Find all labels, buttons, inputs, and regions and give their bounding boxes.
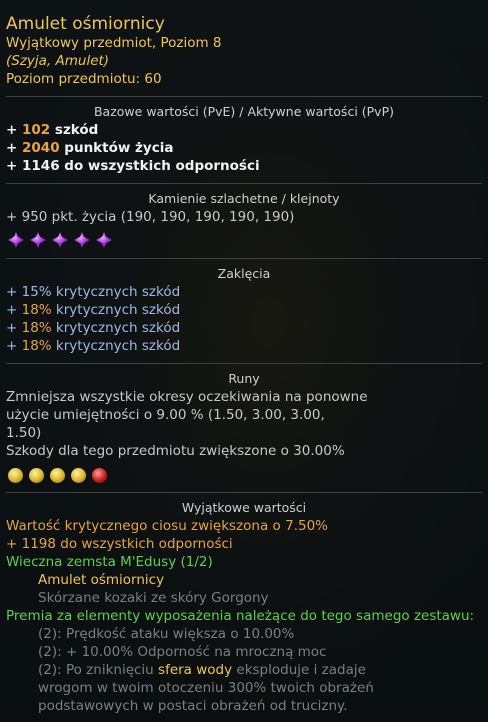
stat-label: szkód [50, 122, 99, 138]
gem-icons [8, 230, 482, 250]
runes-line: 1.50) [6, 425, 42, 441]
stat-prefix: + [6, 122, 23, 138]
gold-rune-icon [29, 467, 44, 483]
enchant-row: + 18% krytycznych szkód [6, 319, 482, 337]
base-stat-row: + 2040 punktów życia [6, 139, 482, 157]
base-stat-row: + 102 szkód [6, 121, 482, 139]
gems-bonus-line: + 950 pkt. życia (190, 190, 190, 190, 19… [6, 209, 295, 225]
enchant-value: 18% [21, 302, 52, 318]
purple-gem-icon [52, 232, 68, 248]
enchant-value: 18% [21, 338, 52, 354]
red-rune-icon [92, 467, 107, 483]
set-name: Wieczna zemsta M'Edusy (1/2) [6, 554, 213, 570]
stat-label: punktów życia [59, 140, 174, 156]
purple-gem-icon [8, 232, 24, 248]
stat-value: 1146 [22, 158, 60, 174]
enchant-title: Zaklęcia [6, 258, 482, 283]
stat-prefix: + [6, 140, 23, 156]
runes-line: użycie umiejętności o 9.00 % (1.50, 3.00… [6, 407, 325, 423]
set-item-missing: Skórzane kozaki ze skóry Gorgony [38, 590, 269, 606]
enchant-prefix: + [6, 284, 22, 300]
enchant-prefix: + [6, 338, 22, 354]
enchant-row: + 15% krytycznych szkód [6, 283, 482, 301]
set-bonus-line: podstawowych w postaci obrażeń od truciz… [38, 698, 348, 714]
set-bonus-line: (2): + 10.00% Odporność na mroczną moc [38, 644, 327, 660]
gems-title: Kamienie szlachetne / klejnoty [6, 183, 482, 208]
stat-value: 102 [22, 122, 51, 138]
enchant-value: 15% [21, 284, 52, 300]
item-level-value: 60 [144, 71, 162, 87]
set-bonus-header: Premia za elementy wyposażenia należące … [6, 608, 475, 624]
runes-description: Zmniejsza wszystkie okresy oczekiwania n… [6, 388, 482, 460]
rune-icons [8, 466, 482, 484]
set-bonus-text: eksploduje i zadaje [232, 662, 366, 678]
purple-gem-icon [96, 232, 112, 248]
enchant-label: krytycznych szkód [51, 338, 181, 354]
runes-line: Zmniejsza wszystkie okresy oczekiwania n… [6, 389, 368, 405]
purple-gem-icon [30, 232, 46, 248]
gold-rune-icon [8, 467, 23, 483]
gold-rune-icon [71, 467, 86, 483]
item-rarity-level: Wyjątkowy przedmiot, Poziom 8 [6, 35, 222, 51]
stat-label: do wszystkich odporności [59, 158, 260, 174]
base-stats-title: Bazowe wartości (PvE) / Aktywne wartości… [6, 96, 482, 121]
unique-line: Wartość krytycznego ciosu zwiększona o 7… [6, 518, 328, 534]
stat-prefix: + [6, 158, 23, 174]
enchant-label: krytycznych szkód [51, 302, 181, 318]
item-level-label: Poziom przedmiotu: [6, 71, 141, 87]
base-stat-row: + 1146 do wszystkich odporności [6, 157, 482, 175]
enchant-list: + 15% krytycznych szkód + 18% krytycznyc… [6, 283, 482, 355]
runes-title: Runy [6, 363, 482, 388]
enchant-prefix: + [6, 302, 22, 318]
runes-line: Szkody dla tego przedmiotu zwiększone o … [6, 443, 345, 459]
set-bonus-line: wrogom w twoim otoczeniu 300% twoich obr… [38, 680, 374, 696]
item-tooltip: Amulet ośmiornicy Wyjątkowy przedmiot, P… [0, 0, 488, 722]
unique-line: + 1198 do wszystkich odporności [6, 536, 233, 552]
set-bonus-line: (2): Po zniknięciu sfera wody eksploduje… [6, 661, 482, 679]
enchant-row: + 18% krytycznych szkód [6, 337, 482, 355]
set-item-owned: Amulet ośmiornicy [38, 572, 165, 588]
unique-title: Wyjątkowe wartości [6, 492, 482, 517]
enchant-prefix: + [6, 320, 22, 336]
set-bonus-highlight: sfera wody [158, 662, 233, 678]
item-slot: (Szyja, Amulet) [6, 53, 110, 69]
enchant-row: + 18% krytycznych szkód [6, 301, 482, 319]
set-bonus-text: (2): Po zniknięciu [38, 662, 159, 678]
gold-rune-icon [50, 467, 65, 483]
set-bonus-line: (2): Prędkość ataku większa o 10.00% [38, 626, 295, 642]
enchant-label: krytycznych szkód [51, 284, 181, 300]
stat-value: 2040 [22, 140, 60, 156]
enchant-label: krytycznych szkód [51, 320, 181, 336]
base-stats-list: + 102 szkód + 2040 punktów życia + 1146 … [6, 121, 482, 175]
item-level: Poziom przedmiotu: 60 [6, 70, 482, 88]
enchant-value: 18% [21, 320, 52, 336]
item-name: Amulet ośmiornicy [6, 14, 165, 34]
purple-gem-icon [74, 232, 90, 248]
